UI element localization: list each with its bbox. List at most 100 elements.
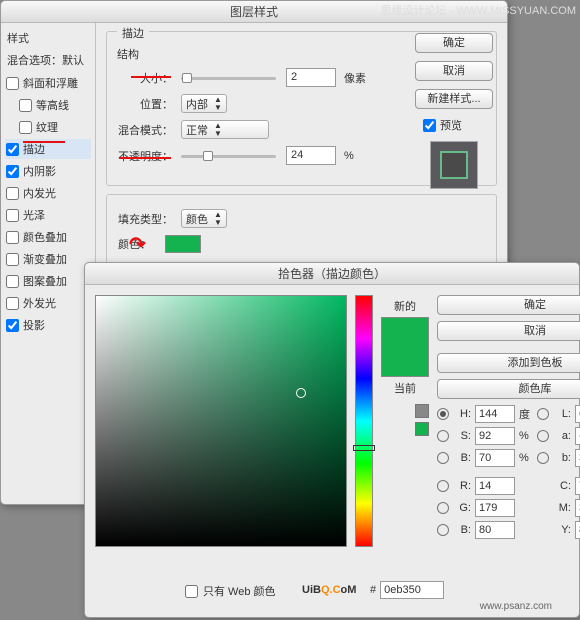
filltype-row: 填充类型： 颜色▲▼ bbox=[117, 209, 486, 228]
radio-s[interactable] bbox=[437, 430, 449, 442]
sidebar-item-texture[interactable]: 纹理 bbox=[5, 117, 91, 137]
color-swatch[interactable] bbox=[165, 235, 201, 253]
cube-icon[interactable] bbox=[415, 404, 429, 418]
radio-b[interactable] bbox=[437, 452, 449, 464]
lab-b-input[interactable]: 39 bbox=[575, 449, 580, 467]
checkbox[interactable] bbox=[6, 253, 19, 266]
color-picker-window: 拾色器（描边颜色） 新的 当前 确定 取消 添加到色板 颜色库 bbox=[84, 262, 580, 618]
web-only-checkbox[interactable] bbox=[185, 585, 198, 598]
checkbox[interactable] bbox=[6, 143, 19, 156]
sidebar-item-patternoverlay[interactable]: 图案叠加 bbox=[5, 271, 91, 291]
sidebar-header[interactable]: 样式 bbox=[5, 29, 91, 47]
color-row: 颜色： ↷ bbox=[117, 235, 486, 253]
radio-l[interactable] bbox=[537, 408, 549, 420]
y-input[interactable]: 88 bbox=[575, 521, 580, 539]
color-library-button[interactable]: 颜色库 bbox=[437, 379, 580, 399]
group-title-stroke: 描边 bbox=[117, 25, 149, 41]
hex-label: # bbox=[370, 584, 376, 596]
hex-row: # 0eb350 bbox=[370, 581, 444, 599]
new-label: 新的 bbox=[381, 298, 429, 314]
fill-group: 填充类型： 颜色▲▼ 颜色： ↷ bbox=[106, 194, 497, 266]
radio-r[interactable] bbox=[437, 480, 449, 492]
filltype-label: 填充类型： bbox=[117, 211, 173, 227]
a-input[interactable]: -56 bbox=[575, 427, 580, 445]
opacity-input[interactable]: 24 bbox=[286, 146, 336, 165]
size-unit: 像素 bbox=[344, 70, 366, 86]
hue-thumb[interactable] bbox=[353, 445, 375, 451]
checkbox[interactable] bbox=[6, 275, 19, 288]
radio-h[interactable] bbox=[437, 408, 449, 420]
b-hsb-input[interactable]: 70 bbox=[475, 449, 515, 467]
sidebar-item-contour[interactable]: 等高线 bbox=[5, 95, 91, 115]
style-preview bbox=[430, 141, 478, 189]
watermark-url: www.psanz.com bbox=[480, 601, 552, 612]
checkbox[interactable] bbox=[6, 77, 19, 90]
blend-options[interactable]: 混合选项：默认 bbox=[5, 51, 91, 69]
position-label: 位置： bbox=[117, 96, 173, 112]
g-input[interactable]: 179 bbox=[475, 499, 515, 517]
websafe-swatch[interactable] bbox=[415, 422, 429, 436]
chevron-updown-icon: ▲▼ bbox=[214, 96, 222, 112]
checkbox[interactable] bbox=[19, 121, 32, 134]
sidebar-item-innerglow[interactable]: 内发光 bbox=[5, 183, 91, 203]
size-input[interactable]: 2 bbox=[286, 68, 336, 87]
opacity-unit: % bbox=[344, 150, 354, 162]
sidebar-item-dropshadow[interactable]: 投影 bbox=[5, 315, 91, 335]
new-style-button[interactable]: 新建样式... bbox=[415, 89, 493, 109]
r-input[interactable]: 14 bbox=[475, 477, 515, 495]
ok-button[interactable]: 确定 bbox=[437, 295, 580, 315]
sidebar-item-bevel[interactable]: 斜面和浮雕 bbox=[5, 73, 91, 93]
window-title[interactable]: 拾色器（描边颜色） bbox=[85, 263, 579, 285]
checkbox[interactable] bbox=[6, 209, 19, 222]
size-slider[interactable] bbox=[181, 71, 276, 85]
s-input[interactable]: 92 bbox=[475, 427, 515, 445]
c-input[interactable]: 75 bbox=[575, 477, 580, 495]
checkbox[interactable] bbox=[6, 319, 19, 332]
sidebar-item-gradoverlay[interactable]: 渐变叠加 bbox=[5, 249, 91, 269]
hex-input[interactable]: 0eb350 bbox=[380, 581, 444, 599]
cancel-button[interactable]: 取消 bbox=[415, 61, 493, 81]
right-column: 确定 取消 添加到色板 颜色库 H:144度L:64 S:92%a:-56 B:… bbox=[437, 295, 580, 547]
checkbox[interactable] bbox=[6, 231, 19, 244]
sidebar-item-coloroverlay[interactable]: 颜色叠加 bbox=[5, 227, 91, 247]
color-preview bbox=[381, 317, 429, 377]
position-select[interactable]: 内部▲▼ bbox=[181, 94, 227, 113]
picker-cursor-icon bbox=[296, 388, 306, 398]
saturation-value-field[interactable] bbox=[95, 295, 347, 547]
add-swatch-button[interactable]: 添加到色板 bbox=[437, 353, 580, 373]
checkbox[interactable] bbox=[6, 187, 19, 200]
watermark-top: 思缘设计论坛 - WWW.MISSYUAN.COM bbox=[380, 2, 576, 18]
sidebar-item-satin[interactable]: 光泽 bbox=[5, 205, 91, 225]
checkbox[interactable] bbox=[6, 297, 19, 310]
annotation-line bbox=[23, 141, 65, 143]
preview-checkbox[interactable] bbox=[423, 119, 436, 132]
web-only-label: 只有 Web 颜色 bbox=[203, 583, 276, 599]
radio-a[interactable] bbox=[537, 430, 549, 442]
chevron-updown-icon: ▲▼ bbox=[214, 122, 222, 138]
preview-column: 新的 当前 bbox=[381, 295, 429, 547]
m-input[interactable]: 3 bbox=[575, 499, 580, 517]
annotation-line bbox=[119, 157, 171, 159]
sidebar-item-innershadow[interactable]: 内阴影 bbox=[5, 161, 91, 181]
button-column: 确定 取消 新建样式... 预览 bbox=[415, 33, 493, 197]
opacity-label: 不透明度： bbox=[117, 148, 173, 164]
radio-rgb-b[interactable] bbox=[437, 524, 449, 536]
radio-lab-b[interactable] bbox=[537, 452, 549, 464]
filltype-select[interactable]: 颜色▲▼ bbox=[181, 209, 227, 228]
radio-g[interactable] bbox=[437, 502, 449, 514]
watermark-logo: UiBQ.CoM bbox=[302, 580, 356, 598]
checkbox[interactable] bbox=[6, 165, 19, 178]
ok-button[interactable]: 确定 bbox=[415, 33, 493, 53]
sidebar-item-outerglow[interactable]: 外发光 bbox=[5, 293, 91, 313]
checkbox[interactable] bbox=[19, 99, 32, 112]
web-only-row: 只有 Web 颜色 bbox=[185, 583, 276, 599]
chevron-updown-icon: ▲▼ bbox=[214, 211, 222, 227]
hue-slider[interactable] bbox=[355, 295, 373, 547]
opacity-slider[interactable] bbox=[181, 149, 276, 163]
l-input[interactable]: 64 bbox=[575, 405, 580, 423]
rgb-b-input[interactable]: 80 bbox=[475, 521, 515, 539]
blendmode-select[interactable]: 正常▲▼ bbox=[181, 120, 269, 139]
cancel-button[interactable]: 取消 bbox=[437, 321, 580, 341]
annotation-line bbox=[131, 76, 171, 78]
h-input[interactable]: 144 bbox=[475, 405, 515, 423]
